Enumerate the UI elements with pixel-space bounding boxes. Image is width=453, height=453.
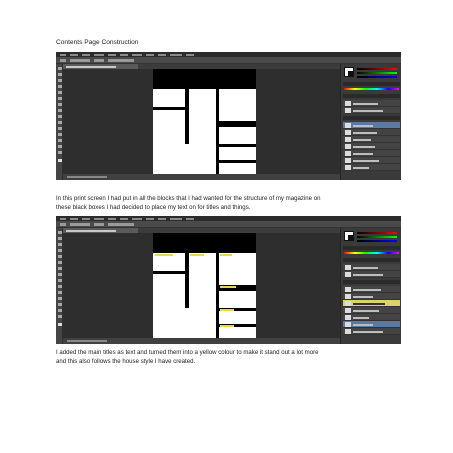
paragraph-1-line-2: these black boxes I had decided to place… [56,204,251,211]
canvas-area [63,233,340,338]
tools-panel [56,228,63,344]
paragraph-2-line-1: I added the main titles as text and turn… [56,349,319,356]
paragraph-2-line-2: and this also follows the house style I … [56,358,196,365]
yellow-title [220,324,234,327]
options-bar [56,57,401,64]
magazine-page [153,69,256,174]
options-bar [56,221,401,228]
status-bar [63,338,340,344]
yellow-title [220,308,234,311]
right-panels [340,228,401,344]
paragraph-1-line-1: In this print screen I had put in all th… [56,195,321,202]
yellow-title [220,254,232,256]
yellow-title [155,254,173,256]
yellow-title [220,286,236,288]
status-bar [63,174,340,180]
tools-panel [56,64,63,180]
photoshop-screenshot-1 [56,52,401,180]
magazine-page [153,233,256,338]
right-panels [340,64,401,180]
yellow-title [190,254,204,256]
paragraph-1: In this print screen I had put in all th… [56,194,402,212]
photoshop-screenshot-2 [56,216,401,344]
paragraph-2: I added the main titles as text and turn… [56,348,402,366]
canvas-area [63,69,340,174]
document-heading: Contents Page Construction [56,39,139,46]
